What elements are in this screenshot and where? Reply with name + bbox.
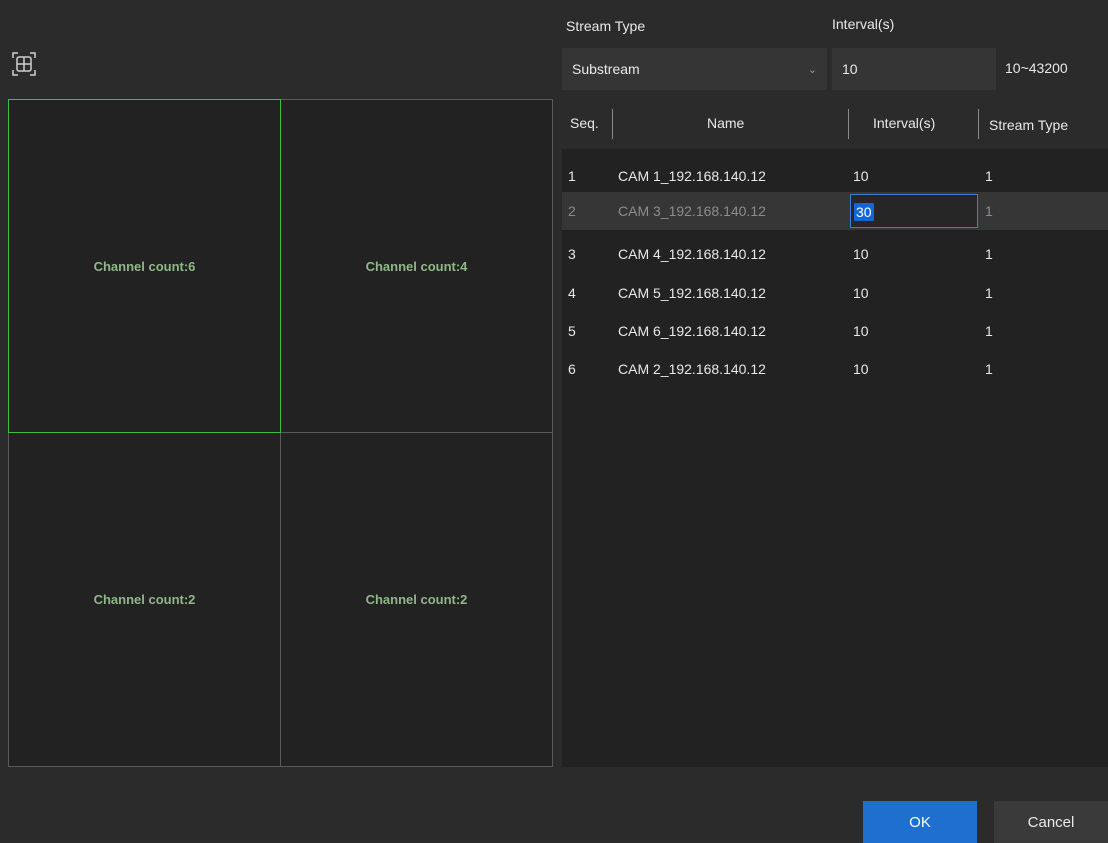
ok-button[interactable]: OK	[863, 801, 977, 843]
seq-cell: 5	[568, 323, 576, 339]
stream-type-cell[interactable]: 1	[985, 203, 993, 219]
stream-type-cell[interactable]: 1	[985, 168, 993, 184]
name-cell: CAM 6_192.168.140.12	[618, 323, 766, 339]
chevron-down-icon: ⌄	[807, 63, 817, 76]
stream-type-select[interactable]: Substream ⌄	[562, 48, 827, 90]
interval-cell[interactable]: 10	[853, 323, 869, 339]
column-divider[interactable]	[612, 109, 613, 139]
table-row[interactable]: 6 CAM 2_192.168.140.12 10 1	[562, 350, 1108, 388]
name-cell: CAM 1_192.168.140.12	[618, 168, 766, 184]
channel-count-label: Channel count:4	[365, 258, 468, 274]
split-layout-icon[interactable]	[10, 50, 38, 78]
interval-edit-value: 30	[854, 203, 874, 221]
channel-table: Seq. Name Interval(s) Stream Type 1 CAM …	[562, 99, 1108, 767]
column-divider[interactable]	[978, 109, 979, 139]
cancel-button[interactable]: Cancel	[994, 801, 1108, 843]
column-header-seq[interactable]: Seq.	[570, 115, 599, 131]
channel-count-label: Channel count:2	[93, 592, 196, 607]
channel-count-label: Channel count:2	[365, 592, 468, 607]
interval-cell[interactable]: 10	[853, 361, 869, 377]
table-row[interactable]: 1 CAM 1_192.168.140.12 10 1	[562, 157, 1108, 195]
stream-type-cell[interactable]: 1	[985, 361, 993, 377]
interval-cell[interactable]: 10	[853, 285, 869, 301]
interval-range-hint: 10~43200	[1005, 60, 1068, 76]
stream-type-cell[interactable]: 1	[985, 285, 993, 301]
seq-cell: 2	[568, 203, 576, 219]
channel-tile[interactable]: Channel count:6	[8, 99, 281, 433]
interval-input[interactable]: 10	[832, 48, 996, 90]
name-cell: CAM 2_192.168.140.12	[618, 361, 766, 377]
stream-type-cell[interactable]: 1	[985, 323, 993, 339]
table-row[interactable]: 5 CAM 6_192.168.140.12 10 1	[562, 312, 1108, 350]
column-divider[interactable]	[848, 109, 849, 139]
interval-label: Interval(s)	[832, 16, 895, 32]
channel-grid: Channel count:6 Channel count:4 Channel …	[8, 99, 553, 767]
channel-tile[interactable]: Channel count:2	[8, 432, 281, 767]
channel-tile[interactable]: Channel count:4	[280, 99, 553, 433]
stream-type-value: Substream	[572, 61, 640, 77]
seq-cell: 4	[568, 285, 576, 301]
table-row[interactable]: 3 CAM 4_192.168.140.12 10 1	[562, 235, 1108, 273]
table-row[interactable]: 2 CAM 3_192.168.140.12 30 1	[562, 192, 1108, 230]
name-cell: CAM 3_192.168.140.12	[618, 203, 766, 219]
name-cell: CAM 5_192.168.140.12	[618, 285, 766, 301]
column-header-interval[interactable]: Interval(s)	[873, 115, 935, 131]
interval-cell[interactable]: 10	[853, 168, 869, 184]
interval-input-value: 10	[842, 61, 858, 77]
interval-cell[interactable]: 10	[853, 246, 869, 262]
seq-cell: 6	[568, 361, 576, 377]
seq-cell: 1	[568, 168, 576, 184]
stream-type-cell[interactable]: 1	[985, 246, 993, 262]
column-header-name[interactable]: Name	[707, 115, 744, 131]
name-cell: CAM 4_192.168.140.12	[618, 246, 766, 262]
column-header-stream-type[interactable]: Stream Type	[989, 117, 1068, 133]
table-row[interactable]: 4 CAM 5_192.168.140.12 10 1	[562, 274, 1108, 312]
channel-tile[interactable]: Channel count:2	[280, 432, 553, 767]
interval-edit-field[interactable]: 30	[850, 194, 978, 228]
stream-type-label: Stream Type	[566, 18, 646, 34]
channel-count-label: Channel count:6	[93, 258, 196, 274]
table-header: Seq. Name Interval(s) Stream Type	[562, 99, 1108, 149]
seq-cell: 3	[568, 246, 576, 262]
